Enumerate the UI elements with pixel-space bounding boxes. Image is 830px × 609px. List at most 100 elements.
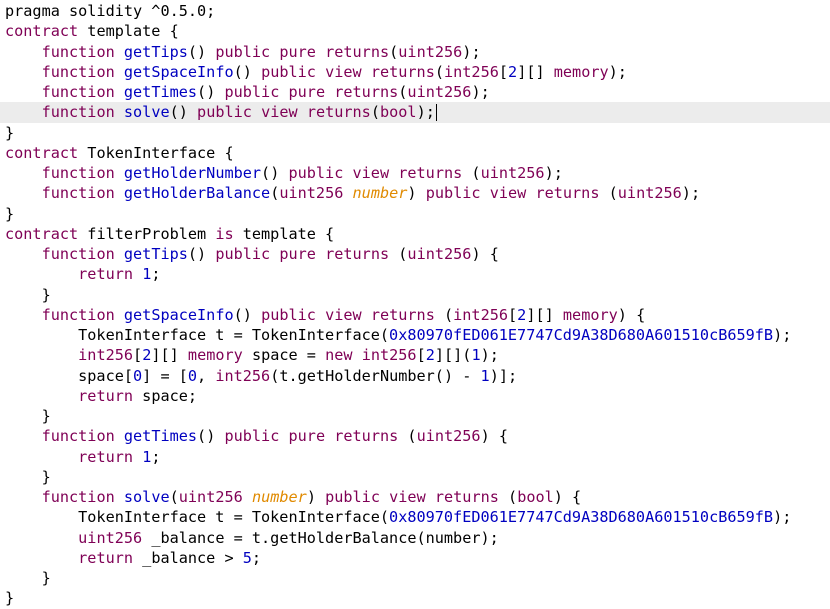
code-line[interactable]: function getTips() public pure returns(u…: [0, 42, 830, 62]
code-token: returns: [334, 83, 399, 101]
code-line[interactable]: function getTips() public pure returns (…: [0, 244, 830, 264]
code-token: 2: [517, 305, 527, 324]
code-line[interactable]: int256[2][] memory space = new int256[2]…: [0, 345, 830, 365]
code-token: 0x80970fED061E7747Cd9A38D680A601510cB659…: [389, 508, 774, 527]
code-token: function: [41, 184, 115, 203]
code-token: memory: [187, 346, 243, 365]
code-token: (: [599, 184, 618, 203]
code-token: 1: [142, 447, 152, 466]
code-line[interactable]: TokenInterface t = TokenInterface(0x8097…: [0, 325, 830, 345]
code-token: _balance >: [133, 548, 243, 567]
code-token: public: [288, 164, 344, 182]
code-token: solve: [123, 488, 170, 506]
code-token: );: [480, 346, 499, 365]
code-token: );: [471, 83, 490, 101]
code-token: ) {: [553, 488, 582, 506]
code-line[interactable]: function getSpaceInfo() public view retu…: [0, 62, 830, 82]
code-token: [: [416, 346, 426, 365]
code-line[interactable]: }: [0, 406, 830, 426]
code-token: uint256: [78, 528, 143, 547]
code-line[interactable]: contract TokenInterface {: [0, 143, 830, 163]
code-line[interactable]: return 1;: [0, 264, 830, 284]
code-line[interactable]: function getTimes() public pure returns …: [0, 426, 830, 446]
code-token: public: [261, 62, 316, 81]
code-token: public: [224, 427, 280, 446]
code-line[interactable]: }: [0, 123, 830, 143]
code-token: memory: [562, 305, 618, 324]
code-line[interactable]: }: [0, 285, 830, 305]
code-token: (: [434, 305, 454, 324]
code-token: public: [261, 305, 316, 324]
code-token: pure: [288, 83, 326, 101]
code-line[interactable]: }: [0, 467, 830, 487]
code-line[interactable]: function getTimes() public pure returns(…: [0, 82, 830, 102]
code-token: ][]: [151, 346, 188, 365]
code-line[interactable]: return _balance > 5;: [0, 548, 830, 568]
code-token: (: [434, 62, 444, 81]
code-token: returns: [434, 488, 499, 506]
code-line[interactable]: function getHolderBalance(uint256 number…: [0, 183, 830, 203]
code-line[interactable]: function getSpaceInfo() public view retu…: [0, 305, 830, 325]
code-token: uint256: [178, 488, 243, 506]
code-token: int256: [444, 62, 499, 81]
code-line[interactable]: space[0] = [0, int256(t.getHolderNumber(…: [0, 366, 830, 386]
code-token: (: [389, 245, 408, 263]
code-token: 0x80970fED061E7747Cd9A38D680A601510cB659…: [389, 326, 774, 344]
code-token: ][](: [434, 346, 472, 365]
code-token: (: [270, 184, 280, 203]
code-token: }: [5, 407, 51, 425]
code-line[interactable]: contract template {: [0, 21, 830, 41]
code-line[interactable]: }: [0, 568, 830, 588]
code-token: (): [233, 305, 262, 324]
code-token: returns: [325, 42, 390, 61]
code-token: }: [5, 123, 15, 142]
code-line[interactable]: }: [0, 204, 830, 224]
code-token: pure: [279, 245, 316, 263]
code-line[interactable]: function solve(uint256 number) public vi…: [0, 487, 830, 507]
code-line[interactable]: return 1;: [0, 447, 830, 467]
code-token: );: [773, 508, 792, 527]
code-token: 0: [133, 366, 143, 385]
code-token: space;: [133, 386, 198, 405]
code-editor[interactable]: pragma solidity ^0.5.0; contract template…: [0, 0, 830, 609]
code-token: }: [5, 589, 15, 608]
code-line[interactable]: TokenInterface t = TokenInterface(0x8097…: [0, 507, 830, 527]
code-token: [: [508, 305, 518, 324]
code-line[interactable]: function solve() public view returns(boo…: [0, 102, 830, 123]
code-token: is: [215, 224, 234, 243]
code-line[interactable]: return space;: [0, 386, 830, 406]
code-line[interactable]: pragma solidity ^0.5.0;: [0, 1, 830, 21]
code-line[interactable]: function getHolderNumber() public view r…: [0, 163, 830, 183]
code-token: getTips: [123, 245, 188, 263]
code-token: uint256: [617, 184, 682, 203]
code-line[interactable]: uint256 _balance = t.getHolderBalance(nu…: [0, 528, 830, 548]
code-token: (: [370, 103, 380, 122]
code-token: view: [325, 305, 362, 324]
code-token: uint256: [407, 83, 472, 101]
code-token: return: [78, 548, 134, 567]
code-line[interactable]: contract filterProblem is template {: [0, 224, 830, 244]
code-token: pure: [288, 427, 326, 446]
code-token: uint256: [279, 184, 344, 203]
code-token: int256: [453, 305, 509, 324]
code-token: (: [398, 427, 417, 446]
code-line[interactable]: }: [0, 588, 830, 608]
code-token: (: [498, 488, 518, 506]
code-token: ) {: [480, 427, 509, 446]
